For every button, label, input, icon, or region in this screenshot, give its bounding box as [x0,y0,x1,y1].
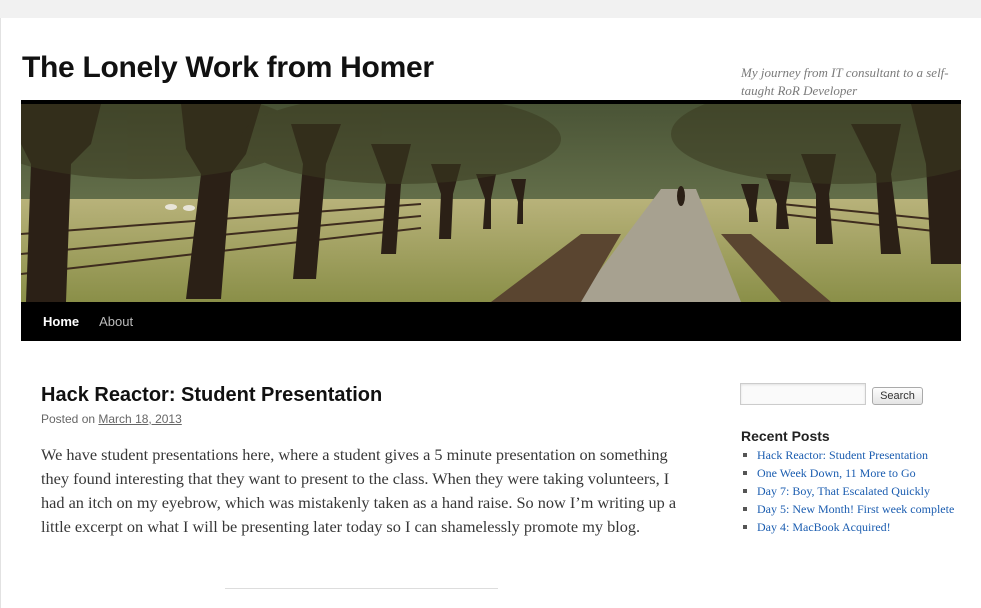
post-divider [225,588,498,589]
recent-post-link[interactable]: Day 5: New Month! First week complete [757,502,954,516]
tree-lined-lane-photo [21,104,961,302]
post-meta: Posted on March 18, 2013 [41,412,182,426]
recent-post-item: Day 4: MacBook Acquired! [741,518,961,536]
recent-posts-list: Hack Reactor: Student Presentation One W… [741,446,961,536]
post-date-link[interactable]: March 18, 2013 [98,412,181,426]
recent-posts-title: Recent Posts [741,428,830,444]
site-title[interactable]: The Lonely Work from Homer [22,48,434,88]
post-title[interactable]: Hack Reactor: Student Presentation [41,382,382,408]
recent-post-item: Day 5: New Month! First week complete [741,500,961,518]
recent-post-item: One Week Down, 11 More to Go [741,464,961,482]
recent-post-item: Hack Reactor: Student Presentation [741,446,961,464]
nav-item-home[interactable]: Home [21,302,89,341]
recent-post-link[interactable]: Day 4: MacBook Acquired! [757,520,891,534]
site-description: My journey from IT consultant to a self-… [741,65,949,98]
post-body: We have student presentations here, wher… [41,445,677,536]
recent-post-item: Day 7: Boy, That Escalated Quickly [741,482,961,500]
search-button[interactable]: Search [872,387,923,405]
recent-post-link[interactable]: One Week Down, 11 More to Go [757,466,916,480]
nav-item-about[interactable]: About [89,302,143,341]
recent-post-link[interactable]: Hack Reactor: Student Presentation [757,448,928,462]
recent-post-link[interactable]: Day 7: Boy, That Escalated Quickly [757,484,930,498]
search-input[interactable] [740,383,866,405]
header-image [21,100,961,302]
main-navigation: Home About [21,302,961,341]
posted-on-label: Posted on [41,412,96,426]
